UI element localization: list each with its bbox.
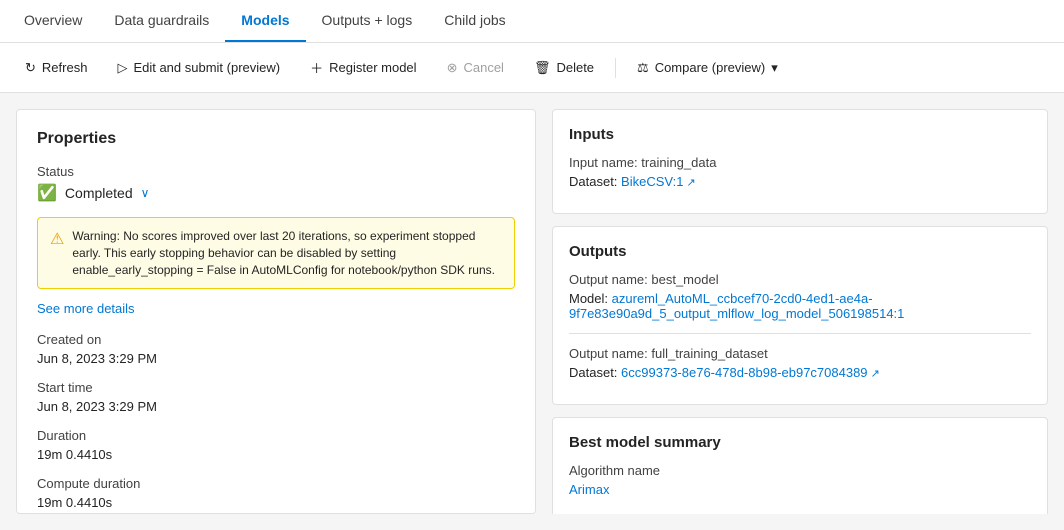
tab-overview[interactable]: Overview (8, 0, 98, 42)
model-label: Model: (569, 291, 608, 306)
created-on-value: Jun 8, 2023 3:29 PM (37, 351, 515, 366)
edit-submit-label: Edit and submit (preview) (133, 60, 280, 75)
inputs-card: Inputs Input name: training_data Dataset… (552, 109, 1048, 214)
delete-button[interactable]: 🗑 Delete (521, 53, 607, 83)
delete-icon: 🗑 (534, 60, 551, 76)
model-link[interactable]: azureml_AutoML_ccbcef70-2cd0-4ed1-ae4a-9… (569, 291, 904, 321)
output1-model-row: Model: azureml_AutoML_ccbcef70-2cd0-4ed1… (569, 291, 1031, 321)
dataset-label: Dataset: (569, 174, 617, 189)
inputs-title: Inputs (569, 126, 1031, 143)
start-time-label: Start time (37, 380, 515, 395)
compute-duration-label: Compute duration (37, 476, 515, 491)
compute-duration-value: 19m 0.4410s (37, 495, 515, 510)
tab-bar: Overview Data guardrails Models Outputs … (0, 0, 1064, 43)
register-model-button[interactable]: ＋ Register model (297, 51, 429, 84)
best-model-title: Best model summary (569, 434, 1031, 451)
refresh-label: Refresh (42, 60, 88, 75)
duration-section: Duration 19m 0.4410s (37, 428, 515, 462)
duration-label: Duration (37, 428, 515, 443)
created-on-label: Created on (37, 332, 515, 347)
dataset2-link[interactable]: 6cc99373-8e76-478d-8b98-eb97c7084389 (621, 365, 880, 380)
warning-box: ⚠ Warning: No scores improved over last … (37, 217, 515, 289)
bike-csv-link[interactable]: BikeCSV:1 (621, 174, 696, 189)
output1-name-label: Output name: best_model (569, 272, 1031, 287)
created-on-section: Created on Jun 8, 2023 3:29 PM (37, 332, 515, 366)
dataset2-label: Dataset: (569, 365, 617, 380)
cancel-button[interactable]: ⊗ Cancel (434, 53, 517, 83)
play-icon: ▷ (117, 60, 127, 76)
warning-text: Warning: No scores improved over last 20… (72, 228, 502, 278)
status-section: Status ✅ Completed ∨ (37, 164, 515, 203)
status-value: Completed (65, 185, 133, 201)
refresh-icon: ↻ (25, 60, 36, 76)
compare-label: Compare (preview) (655, 60, 766, 75)
refresh-button[interactable]: ↻ Refresh (12, 53, 100, 83)
start-time-value: Jun 8, 2023 3:29 PM (37, 399, 515, 414)
compare-icon: ⚖ (637, 60, 649, 76)
compare-button[interactable]: ⚖ Compare (preview) ▾ (624, 53, 791, 83)
outputs-title: Outputs (569, 243, 1031, 260)
duration-value: 19m 0.4410s (37, 447, 515, 462)
start-time-section: Start time Jun 8, 2023 3:29 PM (37, 380, 515, 414)
tab-outputs-logs[interactable]: Outputs + logs (306, 0, 429, 42)
see-more-link[interactable]: See more details (37, 301, 515, 316)
input-dataset-row: Dataset: BikeCSV:1 (569, 174, 1031, 189)
status-chevron-icon[interactable]: ∨ (141, 186, 150, 200)
algorithm-row: Arimax (569, 482, 1031, 497)
warning-icon: ⚠ (50, 229, 64, 278)
completed-icon: ✅ (37, 183, 57, 203)
tab-data-guardrails[interactable]: Data guardrails (98, 0, 225, 42)
status-label: Status (37, 164, 515, 179)
plus-icon: ＋ (310, 58, 323, 77)
output2-name-label: Output name: full_training_dataset (569, 346, 1031, 361)
edit-submit-button[interactable]: ▷ Edit and submit (preview) (104, 53, 293, 83)
toolbar: ↻ Refresh ▷ Edit and submit (preview) ＋ … (0, 43, 1064, 93)
cancel-label: Cancel (463, 60, 503, 75)
register-model-label: Register model (329, 60, 416, 75)
input-name-label: Input name: training_data (569, 155, 1031, 170)
compute-duration-section: Compute duration 19m 0.4410s (37, 476, 515, 510)
best-model-card: Best model summary Algorithm name Arimax (552, 417, 1048, 514)
toolbar-separator (615, 58, 616, 78)
chevron-down-icon: ▾ (771, 60, 778, 76)
output2-dataset-row: Dataset: 6cc99373-8e76-478d-8b98-eb97c70… (569, 365, 1031, 380)
right-panels: Inputs Input name: training_data Dataset… (552, 109, 1048, 514)
tab-models[interactable]: Models (225, 0, 305, 42)
tab-child-jobs[interactable]: Child jobs (428, 0, 521, 42)
outputs-divider (569, 333, 1031, 334)
outputs-card: Outputs Output name: best_model Model: a… (552, 226, 1048, 405)
algorithm-link[interactable]: Arimax (569, 482, 609, 497)
delete-label: Delete (556, 60, 594, 75)
main-content: Properties Status ✅ Completed ∨ ⚠ Warnin… (0, 93, 1064, 530)
properties-panel: Properties Status ✅ Completed ∨ ⚠ Warnin… (16, 109, 536, 514)
cancel-icon: ⊗ (447, 60, 458, 76)
properties-title: Properties (37, 130, 515, 148)
status-row: ✅ Completed ∨ (37, 183, 515, 203)
algorithm-label: Algorithm name (569, 463, 1031, 478)
